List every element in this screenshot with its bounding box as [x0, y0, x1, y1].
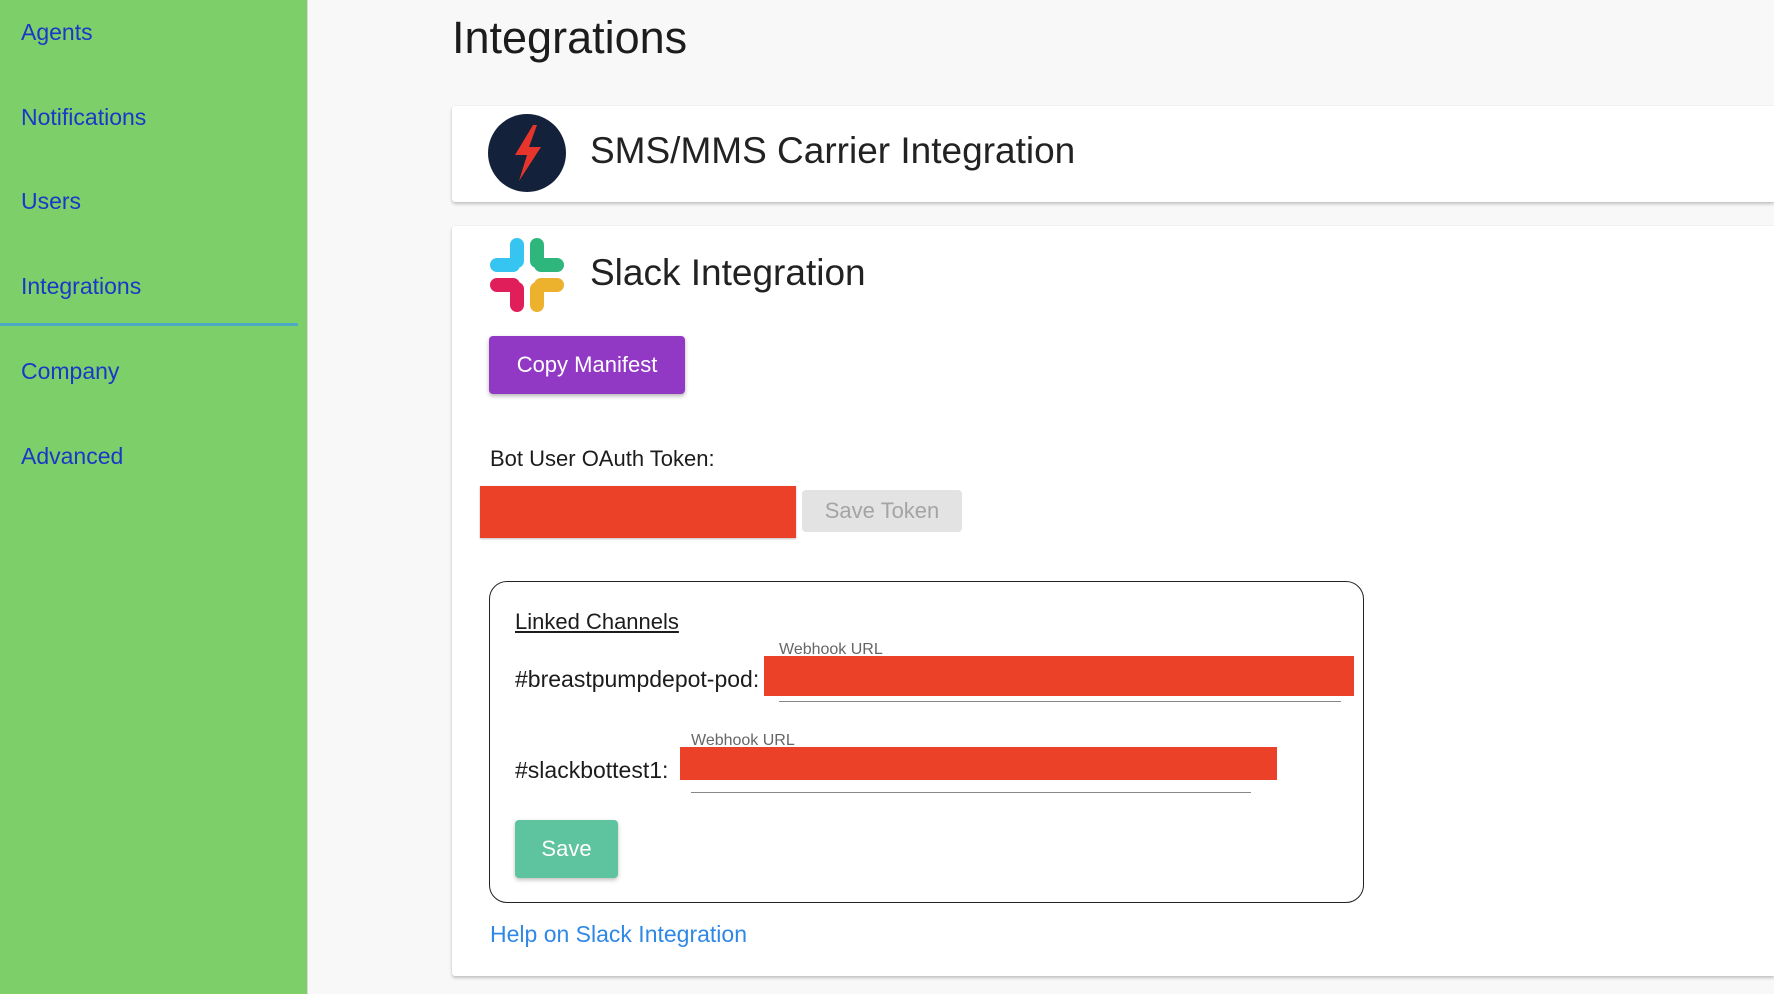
slack-logo-icon	[490, 238, 564, 312]
page-title: Integrations	[452, 12, 688, 63]
slack-integration-title: Slack Integration	[590, 252, 866, 293]
sidebar-item-users[interactable]: Users	[21, 188, 81, 215]
webhook-url-input[interactable]	[764, 656, 1354, 696]
slack-integration-card: Slack Integration Copy Manifest Bot User…	[452, 226, 1774, 976]
sms-integration-title: SMS/MMS Carrier Integration	[590, 130, 1076, 171]
copy-manifest-button[interactable]: Copy Manifest	[489, 336, 685, 394]
channel-row: #breastpumpdepot-pod: Webhook URL	[490, 638, 1363, 708]
linked-channels-title: Linked Channels	[515, 609, 679, 634]
slack-help-link[interactable]: Help on Slack Integration	[490, 921, 747, 948]
bot-token-input[interactable]	[480, 486, 796, 538]
sidebar-item-advanced[interactable]: Advanced	[21, 443, 123, 470]
channel-name: #slackbottest1:	[515, 757, 669, 783]
active-item-indicator	[0, 323, 298, 326]
bot-token-label: Bot User OAuth Token:	[490, 446, 715, 471]
save-channels-button[interactable]: Save	[515, 820, 618, 878]
webhook-input-underline	[779, 701, 1341, 702]
save-token-button[interactable]: Save Token	[802, 490, 962, 532]
webhook-input-underline	[691, 792, 1251, 793]
sidebar-item-notifications[interactable]: Notifications	[21, 104, 146, 131]
channel-row: #slackbottest1: Webhook URL	[490, 729, 1363, 799]
channel-name: #breastpumpdepot-pod:	[515, 666, 760, 692]
webhook-url-input[interactable]	[680, 747, 1277, 780]
sidebar-item-agents[interactable]: Agents	[21, 19, 93, 46]
sidebar-item-integrations[interactable]: Integrations	[21, 273, 141, 300]
sidebar: Agents Notifications Users Integrations …	[0, 0, 308, 994]
lightning-bolt-icon	[488, 114, 566, 192]
sms-integration-card[interactable]: SMS/MMS Carrier Integration	[452, 106, 1774, 202]
sidebar-item-company[interactable]: Company	[21, 358, 119, 385]
linked-channels-panel: Linked Channels #breastpumpdepot-pod: We…	[489, 581, 1364, 903]
